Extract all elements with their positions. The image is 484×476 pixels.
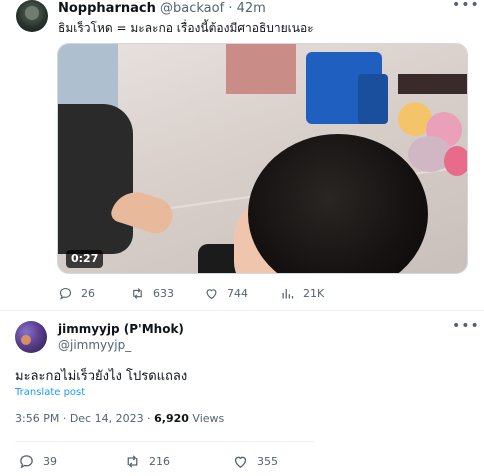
reply-icon [59,287,72,300]
reply-button[interactable]: 39 [18,453,57,469]
handle[interactable]: @backaof [160,1,224,16]
like-button[interactable]: 744 [204,285,248,301]
like-button[interactable]: 355 [232,453,278,469]
views-count: 6,920 [154,412,189,425]
separator: · [147,412,151,425]
post-date[interactable]: Dec 14, 2023 [70,412,144,425]
tweet-actions: 39 216 355 [18,453,318,471]
timestamp[interactable]: 42m [237,1,266,16]
divider [15,441,315,442]
reply-count: 39 [43,454,57,468]
retweet-count: 633 [153,286,174,300]
more-icon[interactable]: ••• [452,319,479,335]
avatar[interactable] [15,321,47,353]
reply-icon [20,454,33,469]
post-time[interactable]: 3:56 PM [15,412,59,425]
retweet-button[interactable]: 216 [124,453,170,469]
video-frame-detail [226,44,296,94]
display-name[interactable]: Noppharnach [58,1,156,16]
display-name[interactable]: jimmyyjp (P'Mhok) [58,322,184,336]
separator: · [228,1,233,16]
tweet-2[interactable]: jimmyyjp (P'Mhok) @jimmyyjp_ ••• มะละกอไ… [0,310,484,476]
like-icon [234,456,247,468]
like-count: 744 [227,286,248,300]
retweet-count: 216 [149,454,170,468]
like-count: 355 [257,454,278,468]
handle[interactable]: @jimmyyjp_ [58,338,131,352]
translate-link[interactable]: Translate post [15,387,85,398]
like-icon [206,288,217,299]
views-button[interactable]: 21K [280,285,324,301]
avatar[interactable] [16,0,48,32]
video-frame-detail [398,74,467,94]
reply-count: 26 [81,286,95,300]
views-count: 21K [303,286,325,300]
video-frame-detail [58,104,133,254]
more-icon[interactable]: ••• [452,0,479,14]
tweet-text: มะละกอไม่เร็วยังไง โปรดแถลง [15,369,188,384]
tweet-1[interactable]: Noppharnach @backaof · 42m ••• ธิมเร็วโห… [0,0,484,308]
views-label: Views [192,412,225,425]
tweet-text: ธิมเร็วโหด = มะละกอ เรื่องนี้ต้องมีศาอธิ… [58,21,314,35]
retweet-icon [127,454,138,468]
tweet-meta: 3:56 PM · Dec 14, 2023 · 6,920 Views [15,412,224,425]
video-player[interactable]: 0:27 [57,43,468,274]
views-icon [282,288,294,298]
tweet-header: Noppharnach @backaof · 42m [58,1,266,16]
separator: · [62,412,67,425]
video-duration-badge: 0:27 [66,250,104,268]
reply-button[interactable]: 26 [58,285,95,301]
tweet-actions: 26 633 744 21K [58,285,358,301]
retweet-button[interactable]: 633 [130,285,174,301]
retweet-icon [133,287,142,299]
video-frame-detail [358,74,388,124]
